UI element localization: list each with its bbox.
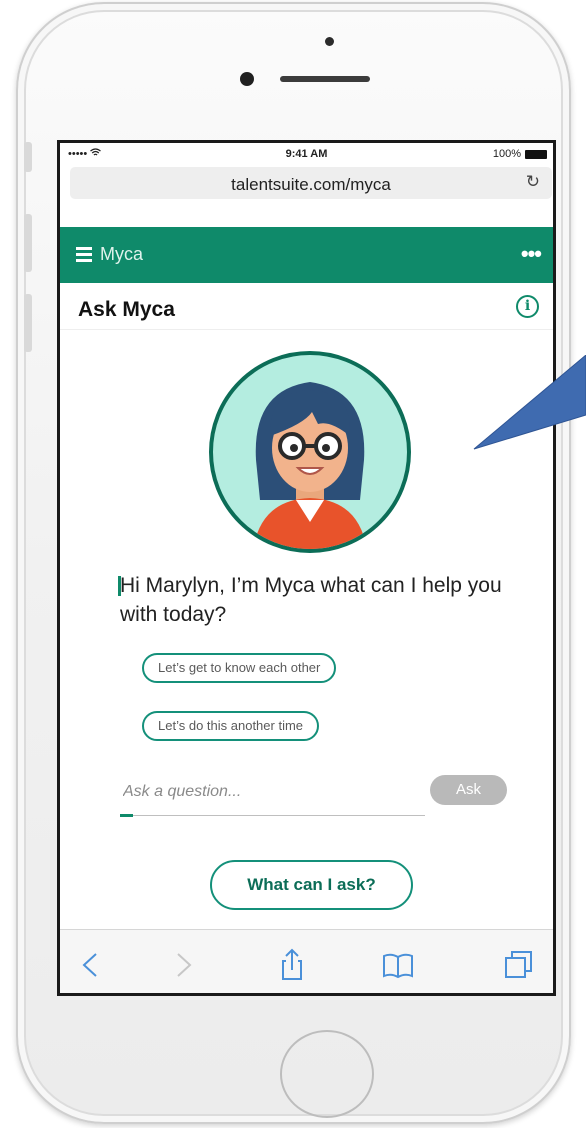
page-header: Ask Myca i [60,283,553,330]
ask-question-input[interactable] [123,779,423,805]
browser-toolbar [60,929,553,993]
more-options-icon[interactable]: ••• [521,241,542,267]
front-camera [240,72,254,86]
myca-avatar [209,351,411,553]
battery-icon [525,150,547,159]
greeting-message: Hi Marylyn, I’m Myca what can I help you… [120,574,502,626]
earpiece-speaker [280,76,370,82]
back-icon[interactable] [74,948,108,982]
suggestion-get-to-know[interactable]: Let’s get to know each other [142,653,337,683]
tabs-icon[interactable] [502,948,536,982]
url-text: talentsuite.com/myca [231,175,391,194]
battery-percent: 100% [492,148,521,160]
proximity-sensor [325,37,334,46]
app-title: Myca [100,244,144,264]
page-title: Ask Myca [78,298,175,321]
suggestion-another-time[interactable]: Let’s do this another time [142,711,320,741]
input-underline [120,815,425,816]
info-icon[interactable]: i [516,295,539,318]
ask-button[interactable]: Ask [430,775,507,805]
status-bar: ••••• 9:41 AM 100% [60,143,553,165]
callout-arrow [473,355,586,450]
status-time: 9:41 AM [285,148,328,160]
phone-screen: ••••• 9:41 AM 100% talentsuite.com/myca … [57,140,556,996]
home-button[interactable] [280,1030,374,1118]
forward-icon[interactable] [166,948,200,982]
address-bar[interactable]: talentsuite.com/myca ↻ [70,167,552,199]
mute-switch [24,142,32,172]
what-can-i-ask-button[interactable]: What can I ask? [210,860,413,910]
volume-down-button [24,294,32,352]
share-icon[interactable] [275,948,309,982]
menu-icon[interactable] [76,247,92,262]
app-header: Myca ••• [60,227,553,283]
bookmarks-icon[interactable] [381,948,415,982]
reload-icon[interactable]: ↻ [526,172,540,192]
input-focus-accent [120,814,133,817]
volume-up-button [24,214,32,272]
